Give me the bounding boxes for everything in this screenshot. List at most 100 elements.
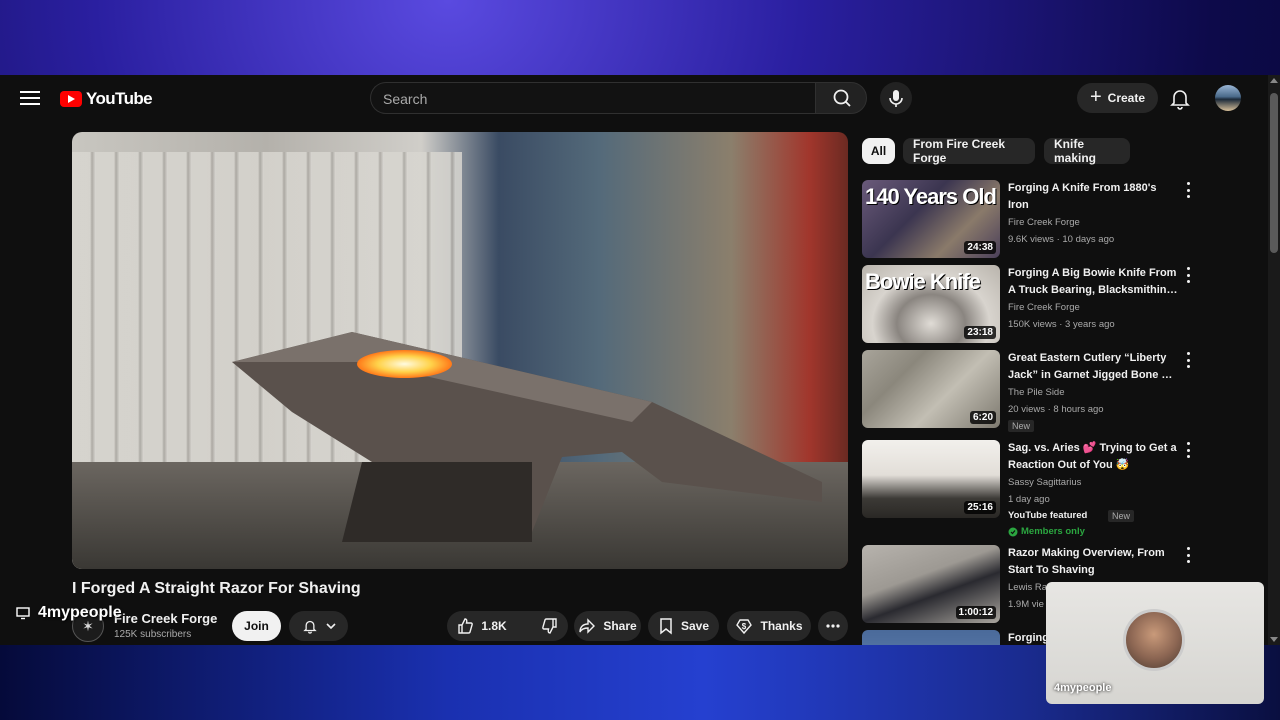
like-dislike-group: 1.8K — [447, 611, 568, 641]
video-thumbnail[interactable]: Bowie Knife 23:18 — [862, 265, 1000, 343]
youtube-play-icon — [60, 91, 82, 107]
save-button[interactable]: Save — [648, 611, 719, 641]
thumbs-up-icon — [458, 618, 474, 634]
like-button[interactable]: 1.8K — [446, 611, 516, 641]
members-icon — [1008, 527, 1018, 536]
video-thumbnail[interactable]: 25:16 — [862, 440, 1000, 518]
hamburger-menu-icon[interactable] — [18, 87, 42, 111]
recommendation-item[interactable]: 25:16 Sag. vs. Aries 💕 Trying to Get a R… — [862, 440, 1202, 540]
notifications-button[interactable] — [1166, 84, 1194, 112]
recommendation-channel[interactable]: Sassy Sagittarius — [1008, 477, 1081, 488]
recommendation-channel[interactable]: The Pile Side — [1008, 387, 1065, 398]
video-duration: 1:00:12 — [955, 606, 996, 619]
like-count: 1.8K — [481, 619, 507, 633]
video-frame-hot-steel — [357, 350, 452, 378]
microphone-icon — [889, 90, 903, 107]
streamer-avatar — [1123, 609, 1185, 671]
recommendation-meta: 1 day ago — [1008, 494, 1050, 505]
video-player[interactable] — [72, 132, 848, 569]
members-only-label: Members only — [1021, 526, 1085, 537]
more-options-icon[interactable] — [1184, 267, 1192, 283]
chevron-down-icon — [325, 623, 336, 630]
recommendation-item[interactable]: Bowie Knife 23:18 Forging A Big Bowie Kn… — [862, 265, 1202, 345]
subscriber-count: 125K subscribers — [114, 629, 192, 640]
thanks-label: Thanks — [760, 619, 803, 633]
account-avatar[interactable] — [1215, 85, 1241, 111]
channel-name[interactable]: Fire Creek Forge — [114, 611, 217, 626]
thumbnail-text: Bowie Knife — [865, 269, 981, 294]
bell-icon — [302, 620, 317, 634]
recommendation-item[interactable]: 6:20 Great Eastern Cutlery “Liberty Jack… — [862, 350, 1202, 435]
recommendation-title[interactable]: Sag. vs. Aries 💕 Trying to Get a Reactio… — [1008, 440, 1178, 474]
brand-text: 4mypeople — [38, 604, 122, 621]
share-icon — [579, 618, 596, 634]
recommendation-channel[interactable]: Fire Creek Forge — [1008, 217, 1080, 228]
video-duration: 6:20 — [969, 411, 996, 424]
scroll-down-arrow-icon[interactable] — [1270, 637, 1278, 642]
new-badge: New — [1108, 510, 1135, 522]
thumbnail-text: 140 Years Old — [865, 184, 997, 209]
page-scrollbar[interactable] — [1268, 75, 1280, 645]
recommendation-meta: 20 views · 8 hours ago — [1008, 404, 1104, 415]
video-thumbnail[interactable]: 6:20 — [862, 350, 1000, 428]
youtube-featured-label: YouTube featured — [1008, 510, 1088, 521]
dislike-button[interactable] — [531, 611, 569, 641]
save-label: Save — [680, 619, 710, 633]
recommendation-channel[interactable]: Lewis Ra — [1008, 582, 1047, 593]
create-label: Create — [1107, 91, 1146, 105]
more-options-icon[interactable] — [1184, 352, 1192, 368]
create-button[interactable]: + Create — [1077, 83, 1158, 113]
chip-knife-making[interactable]: Knife making — [1044, 137, 1130, 165]
webcam-name: 4mypeople — [1054, 682, 1112, 694]
bookmark-icon — [660, 618, 672, 635]
join-button[interactable]: Join — [232, 611, 281, 641]
video-title: I Forged A Straight Razor For Shaving — [72, 580, 361, 597]
video-duration: 25:16 — [964, 501, 996, 514]
scrollbar-thumb[interactable] — [1270, 93, 1278, 253]
chip-all[interactable]: All — [862, 138, 895, 164]
webcam-overlay: 4mypeople — [1046, 582, 1264, 704]
video-duration: 24:38 — [964, 241, 996, 254]
share-button[interactable]: Share — [574, 611, 641, 641]
bell-icon — [1170, 90, 1190, 110]
more-horizontal-icon — [826, 624, 840, 628]
more-actions-button[interactable] — [818, 611, 848, 641]
share-label: Share — [603, 619, 637, 633]
voice-search-button[interactable] — [880, 82, 912, 114]
recommendation-channel[interactable]: Fire Creek Forge — [1008, 302, 1080, 313]
video-thumbnail[interactable]: 140 Years Old 24:38 — [862, 180, 1000, 258]
svg-text:$: $ — [742, 622, 747, 631]
video-thumbnail[interactable] — [862, 630, 1000, 645]
video-thumbnail[interactable]: 1:00:12 — [862, 545, 1000, 623]
scroll-up-arrow-icon[interactable] — [1270, 78, 1278, 83]
monitor-icon — [16, 607, 30, 620]
plus-icon: + — [1089, 86, 1102, 108]
thumbs-down-icon — [541, 618, 557, 634]
video-duration: 23:18 — [964, 326, 996, 339]
recommendation-meta: 150K views · 3 years ago — [1008, 319, 1115, 330]
more-options-icon[interactable] — [1184, 547, 1192, 563]
thanks-button[interactable]: $ Thanks — [727, 611, 811, 641]
recommendation-meta: 1.9M vie — [1008, 599, 1044, 610]
logo-wordmark: YouTube — [86, 89, 153, 108]
more-options-icon[interactable] — [1184, 442, 1192, 458]
recommendation-title[interactable]: Forging A Knife From 1880's Iron — [1008, 180, 1178, 214]
search-icon — [833, 89, 851, 107]
recommendation-item[interactable]: 140 Years Old 24:38 Forging A Knife From… — [862, 180, 1202, 260]
search-input[interactable]: Search — [370, 82, 815, 114]
youtube-window: YouTube Search + Create I Forged A Strai… — [0, 75, 1280, 645]
recommendation-meta: 9.6K views · 10 days ago — [1008, 234, 1115, 245]
subscription-notifications-button[interactable] — [289, 611, 348, 641]
search-button[interactable] — [815, 82, 867, 114]
video-frame-anvil — [232, 332, 822, 542]
recommendation-title[interactable]: Forging A Big Bowie Knife From A Truck B… — [1008, 265, 1178, 299]
new-badge: New — [1008, 420, 1035, 432]
more-options-icon[interactable] — [1184, 182, 1192, 198]
recommendation-title[interactable]: Razor Making Overview, From Start To Sha… — [1008, 545, 1178, 579]
youtube-logo[interactable]: YouTube — [60, 89, 153, 109]
super-thanks-icon: $ — [736, 619, 753, 635]
stream-brand-label: 4mypeople — [16, 604, 122, 622]
recommendation-title[interactable]: Great Eastern Cutlery “Liberty Jack” in … — [1008, 350, 1178, 384]
members-only-badge: Members only — [1008, 526, 1085, 537]
chip-from-channel[interactable]: From Fire Creek Forge — [903, 137, 1035, 165]
